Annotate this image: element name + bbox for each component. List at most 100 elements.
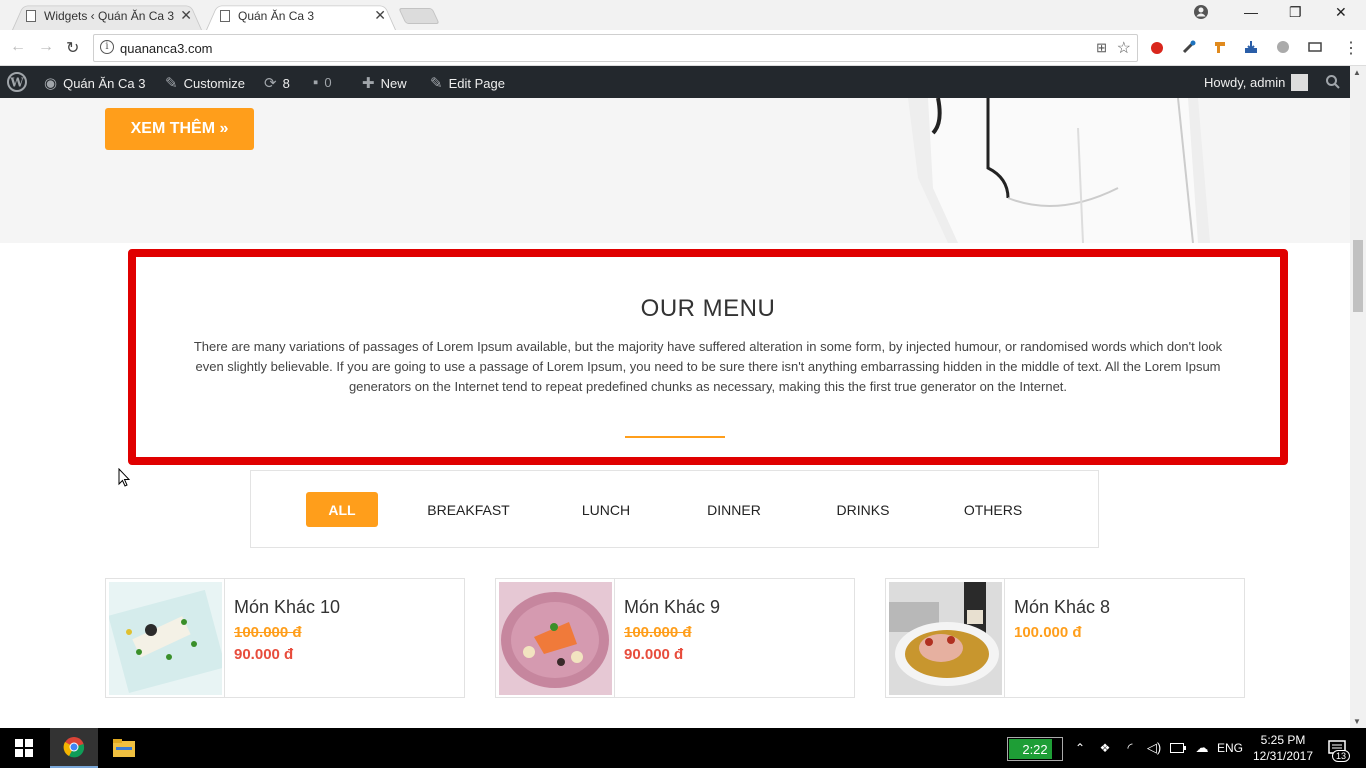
updates-count: 8 [282,75,290,91]
filter-lunch[interactable]: LUNCH [566,492,646,527]
page-icon [26,10,36,22]
language-indicator[interactable]: ENG [1216,728,1244,768]
page-scrollbar[interactable]: ▲ ▼ [1350,66,1366,728]
windows-start-icon[interactable] [0,728,48,768]
food-image [109,582,222,695]
battery-tray-icon[interactable] [1168,728,1188,768]
comments-count: 0 [324,75,332,90]
browser-toolbar: ← → ↻ i quananca3.com ⊞ ☆ ⋮ [0,30,1366,66]
close-tab-icon[interactable]: ✕ [374,7,386,24]
wifi-icon[interactable]: ◜ [1120,728,1140,768]
minimize-icon[interactable]: — [1244,4,1258,20]
food-image [499,582,612,695]
item-old-price: 100.000 đ [624,624,692,641]
extension-cast-icon[interactable] [1307,39,1323,55]
clock-date: 12/31/2017 [1252,749,1314,763]
item-name[interactable]: Món Khác 9 [624,597,720,618]
windows-taskbar: 2:22 ⌃ ❖ ◜ ◁) ☁ ENG 5:25 PM 12/31/2017 1… [0,728,1366,768]
new-label: New [380,75,407,91]
scrollbar-thumb[interactable] [1353,240,1363,312]
our-menu-section: OUR MENU There are many variations of pa… [128,249,1288,465]
action-center-icon[interactable]: 13 [1322,728,1352,768]
filter-others[interactable]: OTHERS [953,492,1033,527]
xem-them-button[interactable]: XEM THÊM » [105,108,254,150]
admin-account-link[interactable]: Howdy, admin [1204,74,1309,91]
back-icon[interactable]: ← [10,38,26,56]
info-icon[interactable]: i [100,40,114,54]
food-image [889,582,1002,695]
scroll-up-icon[interactable]: ▲ [1353,68,1361,77]
close-tab-icon[interactable]: ✕ [180,7,192,24]
extension-red-icon[interactable] [1149,39,1165,55]
bookmark-star-icon[interactable]: ☆ [1117,38,1131,58]
address-bar[interactable]: i quananca3.com ⊞ ☆ [93,34,1138,62]
admin-search-icon[interactable] [1325,74,1341,90]
translate-icon[interactable]: ⊞ [1096,40,1107,56]
admin-site-link[interactable]: ◉ Quán Ăn Ca 3 [44,74,145,92]
item-price: 90.000 đ [624,646,684,663]
new-tab-button[interactable] [398,8,440,24]
chef-image [908,98,1210,243]
item-price: 90.000 đ [234,646,294,663]
menu-item-card[interactable]: Món Khác 9 100.000 đ 90.000 đ [495,578,855,698]
forward-icon[interactable]: → [38,38,54,56]
extension-grey-icon[interactable] [1275,39,1291,55]
edit-page-label: Edit Page [448,75,505,91]
battery-time: 2:22 [1022,742,1048,757]
admin-new-link[interactable]: ✚ New [362,74,407,92]
admin-updates-link[interactable]: ⟳ 8 [264,74,290,92]
volume-icon[interactable]: ◁) [1144,728,1164,768]
filter-drinks[interactable]: DRINKS [823,492,903,527]
tab-widgets[interactable]: Widgets ‹ Quán Ăn Ca 3 ✕ [12,2,202,30]
mouse-cursor [118,468,130,487]
notification-count: 13 [1331,750,1350,762]
profile-icon[interactable] [1193,4,1209,23]
tray-chevron-icon[interactable]: ⌃ [1070,728,1090,768]
filter-breakfast[interactable]: BREAKFAST [421,492,516,527]
comment-icon: ▪ [313,74,319,91]
page-viewport: XEM THÊM » OUR MENU There are many varia… [0,98,1350,728]
item-name[interactable]: Món Khác 8 [1014,597,1110,618]
avatar [1291,74,1309,91]
tab-title: Quán Ăn Ca 3 [238,9,315,23]
pencil-icon: ✎ [430,75,443,92]
customize-label: Customize [183,75,245,91]
clock-time: 5:25 PM [1260,733,1306,747]
site-name: Quán Ăn Ca 3 [63,75,146,91]
chrome-menu-icon[interactable]: ⋮ [1343,38,1359,58]
filter-all[interactable]: ALL [306,492,378,527]
item-name[interactable]: Món Khác 10 [234,597,340,618]
extension-dropper-icon[interactable] [1181,39,1197,55]
file-explorer-icon[interactable] [100,728,148,768]
wordpress-logo-icon[interactable]: W [7,72,27,92]
chrome-taskbar-icon[interactable] [50,728,98,768]
tab-title: Widgets ‹ Quán Ăn Ca 3 [44,9,174,23]
tab-strip: Widgets ‹ Quán Ăn Ca 3 ✕ Quán Ăn Ca 3 ✕ … [0,0,1366,30]
brush-icon: ✎ [165,75,178,92]
close-window-icon[interactable]: ✕ [1335,4,1347,21]
reload-icon[interactable]: ↻ [66,38,79,58]
extension-download-icon[interactable] [1243,39,1259,55]
dashboard-icon: ◉ [44,75,58,92]
restore-icon[interactable]: ❐ [1289,4,1302,21]
updates-icon: ⟳ [264,75,277,92]
svg-text:W: W [9,76,24,90]
admin-comments-link[interactable]: ▪ 0 [313,74,332,91]
tab-quan-an-ca-3[interactable]: Quán Ăn Ca 3 ✕ [206,2,396,30]
plus-icon: ✚ [362,75,375,92]
menu-item-card[interactable]: Món Khác 8 100.000 đ [885,578,1245,698]
menu-description: There are many variations of passages of… [193,339,1223,394]
url-text: quananca3.com [120,41,213,56]
filter-dinner[interactable]: DINNER [694,492,774,527]
admin-edit-page-link[interactable]: ✎ Edit Page [430,74,505,92]
onedrive-icon[interactable]: ☁ [1192,728,1212,768]
admin-customize-link[interactable]: ✎ Customize [165,74,245,92]
dropbox-icon[interactable]: ❖ [1096,728,1114,768]
battery-indicator[interactable]: 2:22 [1007,737,1063,761]
scroll-down-icon[interactable]: ▼ [1353,717,1361,726]
clock[interactable]: 5:25 PM 12/31/2017 [1248,732,1318,764]
menu-item-card[interactable]: Món Khác 10 100.000 đ 90.000 đ [105,578,465,698]
item-price: 100.000 đ [1014,624,1082,641]
extension-tool-icon[interactable] [1212,39,1228,55]
wp-admin-bar: W ◉ Quán Ăn Ca 3 ✎ Customize ⟳ 8 ▪ 0 ✚ N… [0,66,1366,98]
